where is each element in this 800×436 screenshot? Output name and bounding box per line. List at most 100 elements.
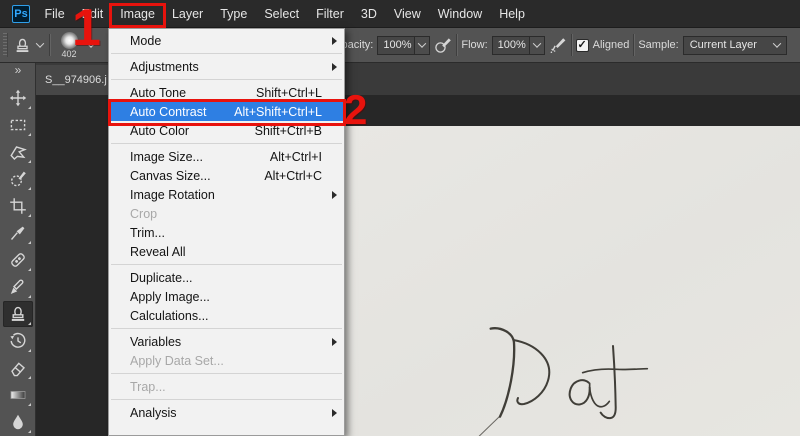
crop-tool[interactable] (3, 193, 33, 219)
menu-help[interactable]: Help (491, 0, 534, 28)
menu-item-duplicate[interactable]: Duplicate... (109, 268, 344, 287)
history-brush-tool[interactable] (3, 328, 33, 354)
submenu-arrow-icon (332, 409, 337, 417)
aligned-checkbox[interactable]: ✓ (576, 39, 589, 52)
submenu-arrow-icon (332, 63, 337, 71)
menu-item-label: Trim... (130, 226, 165, 240)
rectangular-marquee-tool[interactable] (3, 112, 33, 138)
menu-item-label: Auto Tone (130, 86, 186, 100)
menu-item-auto-tone[interactable]: Auto Tone Shift+Ctrl+L (109, 83, 344, 102)
spot-healing-brush-tool[interactable] (3, 247, 33, 273)
submenu-arrow-icon (332, 191, 337, 199)
lasso-tool-icon (9, 143, 27, 161)
menu-item-auto-contrast[interactable]: Auto ContrastAlt+Shift+Ctrl+L (109, 102, 344, 121)
photoshop-window: Ps FileEditImageLayerTypeSelectFilter3DV… (0, 0, 800, 436)
menu-image[interactable]: Image (112, 0, 164, 28)
image-menu-dropdown: ModeAdjustmentsAuto ToneShift+Ctrl+LAuto… (108, 28, 345, 436)
menu-item-label: Apply Image... (130, 290, 210, 304)
eraser-tool-icon (9, 359, 27, 377)
tool-preset-chevron-icon[interactable] (36, 39, 44, 47)
menu-window[interactable]: Window (429, 0, 490, 28)
crop-tool-icon (9, 197, 27, 215)
menu-item-adjustments[interactable]: Adjustments (109, 57, 344, 76)
menu-separator (111, 143, 342, 144)
menu-3d[interactable]: 3D (352, 0, 385, 28)
spot-healing-brush-tool-icon (9, 251, 27, 269)
menu-item-label: Calculations... (130, 309, 209, 323)
menu-item-label: Apply Data Set... (130, 354, 224, 368)
gradient-tool[interactable] (3, 382, 33, 408)
move-tool[interactable] (3, 85, 33, 111)
menu-items: FileEditImageLayerTypeSelectFilter3DView… (36, 0, 533, 28)
quick-selection-tool[interactable] (3, 166, 33, 192)
divider (456, 34, 457, 56)
opacity-chevron-icon (415, 36, 430, 55)
lasso-tool[interactable] (3, 139, 33, 165)
menu-edit[interactable]: Edit (73, 0, 112, 28)
brush-preset-picker[interactable]: 402 (56, 32, 82, 59)
history-brush-tool-icon (9, 332, 27, 350)
menu-item-label: Image Size... (130, 150, 203, 164)
handwritten-signature (450, 300, 800, 436)
options-bar-grip[interactable] (3, 33, 8, 57)
menu-item-reveal-all[interactable]: Reveal All (109, 242, 344, 261)
flow-chevron-icon (530, 36, 545, 55)
menu-select[interactable]: Select (256, 0, 308, 28)
clone-stamp-preset-icon[interactable] (14, 37, 31, 54)
menu-item-shortcut: Shift+Ctrl+B (255, 124, 322, 138)
menu-item-label: Mode (130, 34, 161, 48)
menu-item-apply-image[interactable]: Apply Image... (109, 287, 344, 306)
sample-label: Sample: (638, 39, 678, 51)
clone-stamp-tool-icon (9, 305, 27, 323)
menu-item-calculations[interactable]: Calculations... (109, 306, 344, 325)
menu-item-apply-data-set[interactable]: Apply Data Set... (109, 351, 344, 370)
divider (571, 34, 572, 56)
menu-separator (111, 53, 342, 54)
sample-dropdown[interactable]: Current Layer (683, 36, 787, 55)
photoshop-logo: Ps (12, 5, 30, 23)
brush-picker-chevron-icon[interactable] (87, 39, 95, 47)
menu-item-shortcut: Shift+Ctrl+L (256, 86, 322, 100)
menu-view[interactable]: View (385, 0, 429, 28)
opacity-field[interactable]: 100% (377, 36, 430, 55)
menu-filter[interactable]: Filter (308, 0, 353, 28)
menu-item-label: Trap... (130, 380, 166, 394)
menu-item-image-size[interactable]: Image Size...Alt+Ctrl+I (109, 147, 344, 166)
menu-item-auto-color[interactable]: Auto ColorShift+Ctrl+B (109, 121, 344, 140)
airbrush-icon[interactable] (549, 36, 567, 54)
sample-value: Current Layer (690, 39, 757, 51)
photo-paper[interactable] (340, 126, 800, 436)
menu-item-image-rotation[interactable]: Image Rotation (109, 185, 344, 204)
collapse-panel-icon[interactable]: » (15, 63, 21, 78)
eyedropper-tool[interactable] (3, 220, 33, 246)
menu-item-trim[interactable]: Trim... (109, 223, 344, 242)
menu-separator (111, 264, 342, 265)
menu-item-variables[interactable]: Variables (109, 332, 344, 351)
menu-separator (111, 373, 342, 374)
menu-file[interactable]: File (36, 0, 73, 28)
eraser-tool[interactable] (3, 355, 33, 381)
blur-tool[interactable] (3, 409, 33, 435)
flow-label: Flow: (461, 39, 487, 51)
menu-separator (111, 328, 342, 329)
menu-item-analysis[interactable]: Analysis (109, 403, 344, 422)
divider (49, 34, 50, 56)
quick-selection-tool-icon (9, 170, 27, 188)
menu-item-shortcut: Alt+Shift+Ctrl+L (234, 105, 322, 119)
submenu-arrow-icon (332, 338, 337, 346)
menu-item-crop[interactable]: Crop (109, 204, 344, 223)
submenu-arrow-icon (332, 37, 337, 45)
opacity-pressure-icon[interactable] (434, 36, 452, 54)
menu-item-trap[interactable]: Trap... (109, 377, 344, 396)
menu-layer[interactable]: Layer (163, 0, 211, 28)
brush-tool[interactable] (3, 274, 33, 300)
menu-type[interactable]: Type (212, 0, 256, 28)
sample-chevron-icon (772, 39, 780, 47)
menu-item-label: Canvas Size... (130, 169, 211, 183)
menu-item-canvas-size[interactable]: Canvas Size...Alt+Ctrl+C (109, 166, 344, 185)
clone-stamp-tool[interactable] (3, 301, 33, 327)
menu-item-mode[interactable]: Mode (109, 31, 344, 50)
flow-field[interactable]: 100% (492, 36, 545, 55)
tools-panel: » (0, 63, 36, 436)
menu-item-label: Variables (130, 335, 181, 349)
